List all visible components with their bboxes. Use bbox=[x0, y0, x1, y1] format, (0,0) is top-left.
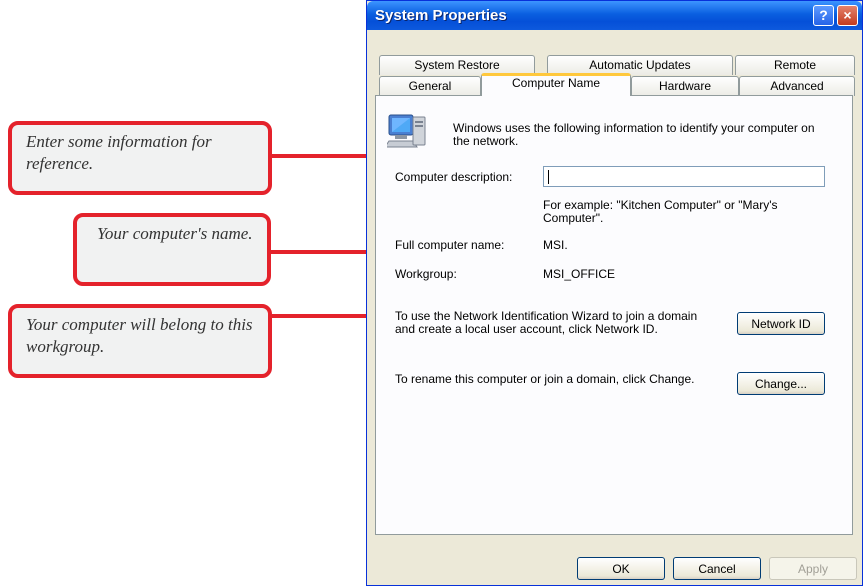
tab-computer-name[interactable]: Computer Name bbox=[481, 73, 631, 96]
ok-button[interactable]: OK bbox=[577, 557, 665, 580]
tab-advanced[interactable]: Advanced bbox=[739, 76, 855, 96]
callout-description: Enter some information for reference. bbox=[8, 121, 272, 195]
tab-hardware[interactable]: Hardware bbox=[631, 76, 739, 96]
close-button[interactable]: × bbox=[837, 5, 858, 26]
callout-name-text: Your computer's name. bbox=[97, 224, 253, 243]
title-bar[interactable]: System Properties ? × bbox=[367, 1, 862, 30]
rename-text: To rename this computer or join a domain… bbox=[395, 372, 695, 386]
full-computer-name-value: MSI. bbox=[543, 238, 568, 252]
tab-remote[interactable]: Remote bbox=[735, 55, 855, 75]
tab-automatic-updates[interactable]: Automatic Updates bbox=[547, 55, 733, 75]
full-computer-name-label: Full computer name: bbox=[395, 238, 505, 252]
workgroup-value: MSI_OFFICE bbox=[543, 267, 616, 281]
callout-name: Your computer's name. bbox=[73, 213, 271, 286]
close-icon: × bbox=[843, 7, 852, 23]
change-button[interactable]: Change... bbox=[737, 372, 825, 395]
system-properties-window: System Properties ? × System Restore Aut… bbox=[366, 0, 863, 586]
help-icon: ? bbox=[819, 7, 828, 23]
window-title: System Properties bbox=[375, 7, 507, 24]
wizard-text: To use the Network Identification Wizard… bbox=[395, 309, 698, 336]
callout-workgroup-text: Your computer will belong to this workgr… bbox=[26, 315, 253, 356]
network-id-button[interactable]: Network ID bbox=[737, 312, 825, 335]
computer-description-input[interactable] bbox=[543, 166, 825, 187]
cancel-button[interactable]: Cancel bbox=[673, 557, 761, 580]
text-caret bbox=[548, 169, 549, 184]
tab-general[interactable]: General bbox=[379, 76, 481, 96]
tab-system-restore[interactable]: System Restore bbox=[379, 55, 535, 75]
callout-description-text: Enter some information for reference. bbox=[26, 132, 212, 173]
callout-workgroup: Your computer will belong to this workgr… bbox=[8, 304, 272, 378]
intro-text: Windows uses the following information t… bbox=[453, 121, 815, 148]
computer-description-label: Computer description: bbox=[395, 170, 513, 184]
example-text: For example: "Kitchen Computer" or "Mary… bbox=[543, 198, 778, 225]
computer-icon bbox=[387, 114, 426, 148]
apply-button[interactable]: Apply bbox=[769, 557, 857, 580]
workgroup-label: Workgroup: bbox=[395, 267, 457, 281]
help-button[interactable]: ? bbox=[813, 5, 834, 26]
